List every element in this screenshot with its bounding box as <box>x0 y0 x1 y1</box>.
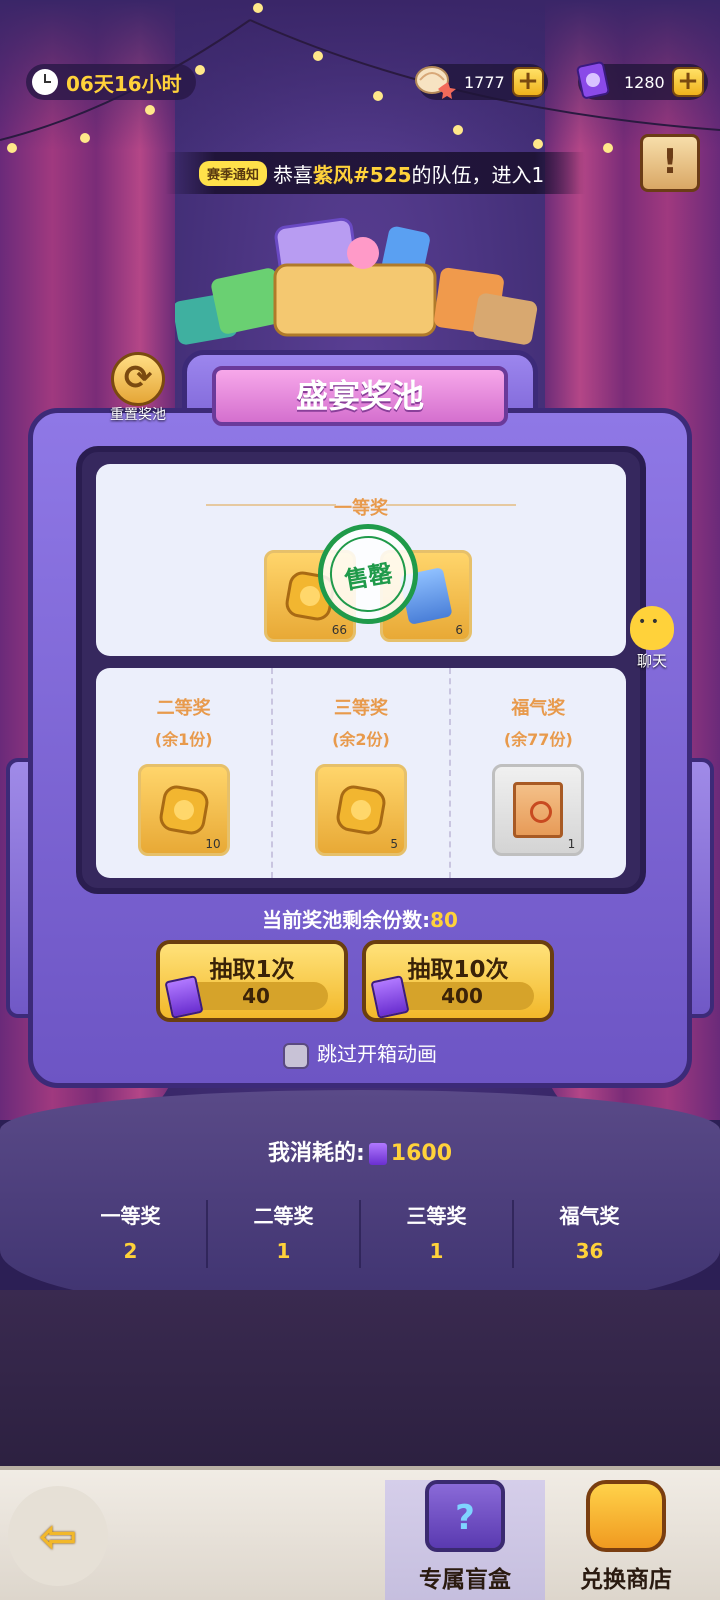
stat-third: 三等奖 1 <box>359 1200 512 1268</box>
second-prize-label: 二等奖 <box>156 698 211 719</box>
shell-icon <box>415 66 456 99</box>
coin-icon <box>157 783 211 837</box>
clock-icon <box>32 69 58 95</box>
skip-animation-toggle[interactable]: 跳过开箱动画 <box>28 1038 692 1069</box>
stat-first: 一等奖 2 <box>100 1204 161 1263</box>
tab-exchange-shop-label: 兑换商店 <box>580 1567 672 1593</box>
skip-checkbox[interactable] <box>283 1042 309 1069</box>
pool-title: 盛宴奖池 <box>212 366 508 426</box>
prize-screen: 一等奖 66 6 售罄 二等奖 (余1份) 10 三等奖 (余2份) 5 福气奖… <box>76 446 646 894</box>
reset-pool-button[interactable]: 重置奖池 <box>98 352 178 432</box>
prize-machine: 盛宴奖池 重置奖池 一等奖 66 6 售罄 二等奖 (余1份) <box>6 338 714 1098</box>
season-timer: 06天16小时 <box>26 64 196 100</box>
back-button[interactable]: ⇦ <box>8 1486 108 1586</box>
season-notice-marquee: 赛季通知 恭喜紫风#525的队伍，进入1 <box>165 152 585 194</box>
luck-prize-remaining: (余77份) <box>503 730 573 749</box>
add-shell-button[interactable]: + <box>512 67 544 97</box>
third-prize-remaining: (余2份) <box>332 730 390 749</box>
chat-face-icon <box>630 606 674 650</box>
add-ticket-button[interactable]: + <box>672 67 704 97</box>
third-prize-column: 三等奖 (余2份) 5 <box>271 668 448 878</box>
chat-button[interactable]: 聊天 <box>612 606 692 686</box>
luck-prize-item[interactable]: 1 <box>492 764 585 856</box>
notice-scroll-button[interactable]: ! <box>640 134 700 192</box>
second-prize-column: 二等奖 (余1份) 10 <box>96 668 271 878</box>
other-prizes-panel: 二等奖 (余1份) 10 三等奖 (余2份) 5 福气奖 (余77份) 1 <box>96 668 626 878</box>
currency-shell-value: 1777 <box>464 72 505 92</box>
item-count: 10 <box>205 837 221 851</box>
stat-luck: 福气奖 36 <box>512 1200 665 1268</box>
treasure-pile-image <box>175 217 538 345</box>
scroll-icon <box>513 782 564 838</box>
item-count: 66 <box>331 623 347 637</box>
draw-ten-cost: 400 <box>390 982 534 1010</box>
bottom-bar: ⇦ 专属盲盒 兑换商店 <box>0 1466 720 1600</box>
skip-animation-label: 跳过开箱动画 <box>317 1042 437 1066</box>
first-prize-label: 一等奖 <box>334 498 388 519</box>
divider-line <box>386 504 516 506</box>
chat-label: 聊天 <box>636 652 667 670</box>
coin-icon <box>334 783 388 837</box>
consumed-label: 我消耗的: <box>267 1141 365 1166</box>
notice-tag: 赛季通知 <box>199 160 268 186</box>
refresh-icon <box>111 352 165 406</box>
ticket-icon <box>576 61 610 99</box>
first-prize-panel: 一等奖 66 6 售罄 <box>96 464 626 656</box>
divider-line <box>206 504 336 506</box>
item-count: 6 <box>455 623 463 637</box>
consumed-summary: 我消耗的: 1600 <box>0 1135 720 1167</box>
pool-remaining: 当前奖池剩余份数:80 <box>262 908 458 932</box>
item-count: 5 <box>390 837 398 851</box>
shop-mascot-icon <box>586 1480 666 1552</box>
item-count: 1 <box>567 837 576 851</box>
draw-once-cost: 40 <box>184 982 328 1010</box>
second-prize-item[interactable]: 10 <box>137 764 230 856</box>
tab-exclusive-blind-box[interactable]: 专属盲盒 <box>385 1480 545 1600</box>
back-arrow-icon: ⇦ <box>38 1509 78 1563</box>
tab-exchange-shop[interactable]: 兑换商店 <box>546 1480 706 1600</box>
consumed-value: 1600 <box>390 1141 453 1166</box>
currency-shell: 1777 + <box>415 64 548 100</box>
ticket-icon <box>368 1143 387 1165</box>
stage-floor <box>0 1290 720 1470</box>
timer-text: 06天16小时 <box>66 71 182 96</box>
tab-exclusive-blind-box-label: 专属盲盒 <box>419 1567 511 1593</box>
prize-stats: 一等奖 2 二等奖 1 三等奖 1 福气奖 36 <box>55 1200 665 1268</box>
currency-ticket-value: 1280 <box>624 72 665 92</box>
notice-message: 恭喜紫风#525的队伍，进入1 <box>273 162 545 187</box>
blind-box-icon <box>425 1480 505 1552</box>
stat-second: 二等奖 1 <box>206 1200 359 1268</box>
third-prize-item[interactable]: 5 <box>314 764 407 856</box>
second-prize-remaining: (余1份) <box>154 730 213 749</box>
first-prize-title: 一等奖 <box>96 494 626 520</box>
luck-prize-label: 福气奖 <box>511 698 566 719</box>
draw-once-button[interactable]: 抽取1次 40 <box>156 940 348 1022</box>
draw-ten-button[interactable]: 抽取10次 400 <box>362 940 554 1022</box>
luck-prize-column: 福气奖 (余77份) 1 <box>448 668 626 878</box>
currency-ticket: 1280 + <box>576 61 708 100</box>
third-prize-label: 三等奖 <box>333 698 388 719</box>
reset-pool-label: 重置奖池 <box>110 407 166 423</box>
